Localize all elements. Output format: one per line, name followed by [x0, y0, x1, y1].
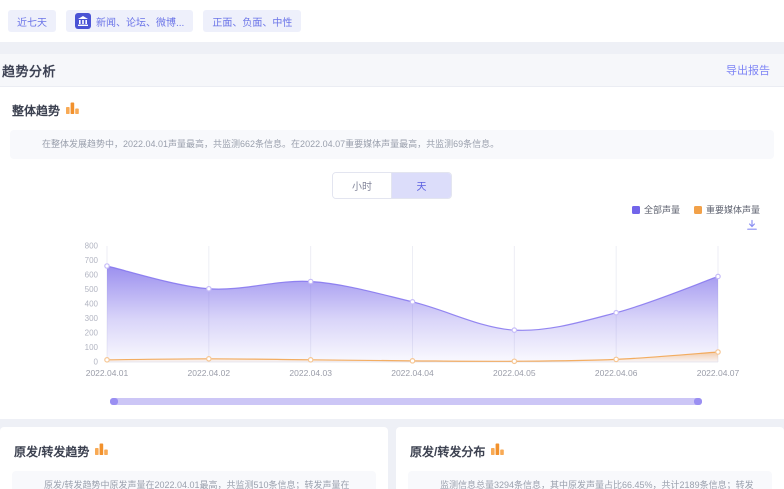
trend-chart-svg: 01002003004005006007008002022.04.012022.…	[10, 236, 784, 386]
chart-zoom-slider[interactable]	[110, 398, 702, 405]
legend-swatch-orange	[694, 206, 702, 214]
origin-repost-trend-summary: 原发/转发趋势中原发声量在2022.04.01最高，共监测510条信息；转发声量…	[12, 471, 376, 489]
svg-text:100: 100	[85, 343, 99, 352]
svg-text:0: 0	[94, 358, 99, 367]
section-title: 原发/转发分布	[410, 443, 485, 460]
legend-label: 全部声量	[644, 203, 680, 216]
svg-text:2022.04.05: 2022.04.05	[493, 368, 536, 378]
filter-chip-sentiment[interactable]: 正面、负面、中性	[203, 10, 301, 32]
svg-text:600: 600	[85, 271, 99, 280]
page-title: 趋势分析	[2, 61, 56, 80]
trend-chart: 01002003004005006007008002022.04.012022.…	[10, 236, 774, 386]
filter-chip-sources[interactable]: 新闻、论坛、微博...	[66, 10, 193, 32]
filter-chip-label: 近七天	[17, 14, 47, 29]
svg-text:700: 700	[85, 256, 99, 265]
download-chart-icon[interactable]	[746, 218, 758, 236]
legend-item-media[interactable]: 重要媒体声量	[694, 203, 760, 216]
svg-text:500: 500	[85, 285, 99, 294]
granularity-toggle: 小时 天	[332, 172, 452, 199]
svg-text:2022.04.01: 2022.04.01	[86, 368, 129, 378]
svg-text:300: 300	[85, 314, 99, 323]
podium-icon	[95, 442, 108, 460]
legend-label: 重要媒体声量	[706, 203, 760, 216]
y-axis: 0 100 200 300 400 500 600 700 800	[85, 242, 99, 367]
bottom-cards-row: 原发/转发趋势 原发/转发趋势中原发声量在2022.04.01最高，共监测510…	[0, 427, 784, 489]
section-title: 原发/转发趋势	[14, 443, 89, 460]
svg-text:800: 800	[85, 242, 99, 251]
svg-text:400: 400	[85, 300, 99, 309]
legend-item-total[interactable]: 全部声量	[632, 203, 680, 216]
svg-text:200: 200	[85, 329, 99, 338]
overall-trend-header: 整体趋势	[10, 97, 774, 121]
granularity-day-button[interactable]: 天	[392, 173, 451, 198]
section-title: 整体趋势	[12, 102, 60, 119]
page-header: 趋势分析 导出报告	[0, 54, 784, 87]
filter-bar: 近七天 新闻、论坛、微博... 正面、负面、中性	[0, 0, 784, 42]
source-icon	[75, 13, 91, 29]
filter-chip-label: 正面、负面、中性	[212, 14, 292, 29]
chart-legend: 全部声量 重要媒体声量	[10, 203, 774, 216]
zoom-handle-left[interactable]	[110, 398, 118, 405]
podium-icon	[66, 101, 79, 119]
origin-repost-trend-card: 原发/转发趋势 原发/转发趋势中原发声量在2022.04.01最高，共监测510…	[0, 427, 388, 489]
filter-chip-date-range[interactable]: 近七天	[8, 10, 56, 32]
svg-text:2022.04.02: 2022.04.02	[188, 368, 231, 378]
overall-trend-card: 整体趋势 在整体发展趋势中，2022.04.01声量最高，共监测662条信息。在…	[0, 87, 784, 419]
legend-swatch-purple	[632, 206, 640, 214]
overall-trend-summary: 在整体发展趋势中，2022.04.01声量最高，共监测662条信息。在2022.…	[10, 130, 774, 159]
x-axis: 2022.04.01 2022.04.02 2022.04.03 2022.04.04…	[86, 368, 740, 378]
export-report-button[interactable]: 导出报告	[726, 62, 770, 78]
podium-icon	[491, 442, 504, 460]
filter-chip-label: 新闻、论坛、微博...	[96, 14, 184, 29]
svg-text:2022.04.03: 2022.04.03	[289, 368, 332, 378]
origin-repost-distribution-card: 原发/转发分布 监测信息总量3294条信息，其中原发声量占比66.45%，共计2…	[396, 427, 784, 489]
zoom-handle-right[interactable]	[694, 398, 702, 405]
svg-text:2022.04.06: 2022.04.06	[595, 368, 638, 378]
svg-text:2022.04.07: 2022.04.07	[697, 368, 740, 378]
svg-text:2022.04.04: 2022.04.04	[391, 368, 434, 378]
granularity-hour-button[interactable]: 小时	[333, 173, 392, 198]
origin-repost-distribution-summary: 监测信息总量3294条信息，其中原发声量占比66.45%，共计2189条信息；转…	[408, 471, 772, 489]
